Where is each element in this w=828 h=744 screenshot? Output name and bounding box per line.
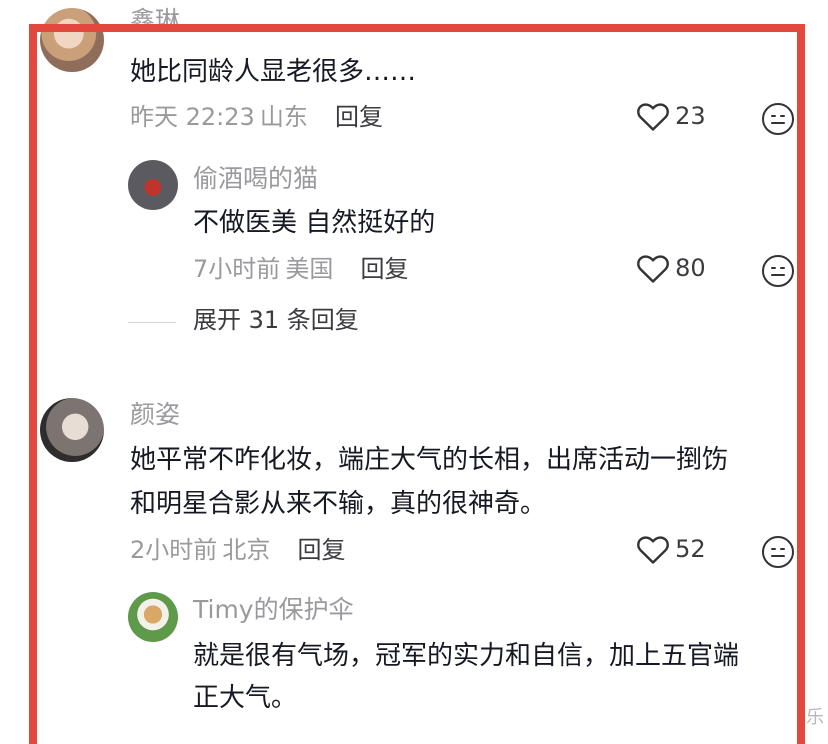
emoji-face-icon[interactable] <box>761 102 795 136</box>
expand-divider <box>128 322 176 323</box>
reply-text-line: 正大气。 <box>193 683 298 713</box>
like-count: 80 <box>675 254 706 282</box>
comment-text-line: 和明星合影从来不输，真的很神奇。 <box>130 489 547 519</box>
comment-location: 山东 <box>259 103 308 131</box>
expand-replies-button[interactable]: 展开 31 条回复 <box>193 305 359 335</box>
reply-author[interactable]: Timy的保护伞 <box>193 595 354 625</box>
like-count: 23 <box>675 102 706 130</box>
edge-text-fragment: 乐 <box>806 707 824 728</box>
avatar[interactable] <box>40 8 104 72</box>
comment-author[interactable]: 鑫琳 <box>130 6 180 36</box>
emoji-face-icon[interactable] <box>761 254 795 288</box>
avatar[interactable] <box>128 160 178 210</box>
reply-time: 7小时前 <box>193 255 281 283</box>
reply-button[interactable]: 回复 <box>297 536 345 564</box>
like-count: 52 <box>675 535 706 563</box>
reply-location: 美国 <box>285 255 334 283</box>
reply-meta: 7小时前 美国 回复 <box>193 254 408 284</box>
heart-icon <box>637 255 669 283</box>
comment-text: 她比同龄人显老很多…… <box>130 57 417 87</box>
reply-author[interactable]: 偷酒喝的猫 <box>193 164 318 194</box>
avatar[interactable] <box>40 398 104 462</box>
comment-time: 2小时前 <box>130 536 218 564</box>
comment-time: 昨天 22:23 <box>130 103 255 131</box>
like-button[interactable]: 52 <box>636 533 706 565</box>
reply-button[interactable]: 回复 <box>335 103 383 131</box>
reply-text: 不做医美 自然挺好的 <box>193 208 436 238</box>
comment-meta: 2小时前 北京 回复 <box>130 535 345 565</box>
heart-icon <box>637 103 669 131</box>
comment-author[interactable]: 颜姿 <box>130 400 180 430</box>
comment-meta: 昨天 22:23 山东 回复 <box>130 102 383 132</box>
heart-icon <box>637 536 669 564</box>
like-button[interactable]: 80 <box>636 252 706 284</box>
reply-button[interactable]: 回复 <box>360 255 408 283</box>
comment-text-line: 她平常不咋化妆，端庄大气的长相，出席活动一捯饬 <box>130 445 729 475</box>
emoji-face-icon[interactable] <box>761 535 795 569</box>
reply-text-line: 就是很有气场，冠军的实力和自信，加上五官端 <box>193 641 740 671</box>
like-button[interactable]: 23 <box>636 100 706 132</box>
comment-location: 北京 <box>222 536 271 564</box>
avatar[interactable] <box>128 592 178 642</box>
